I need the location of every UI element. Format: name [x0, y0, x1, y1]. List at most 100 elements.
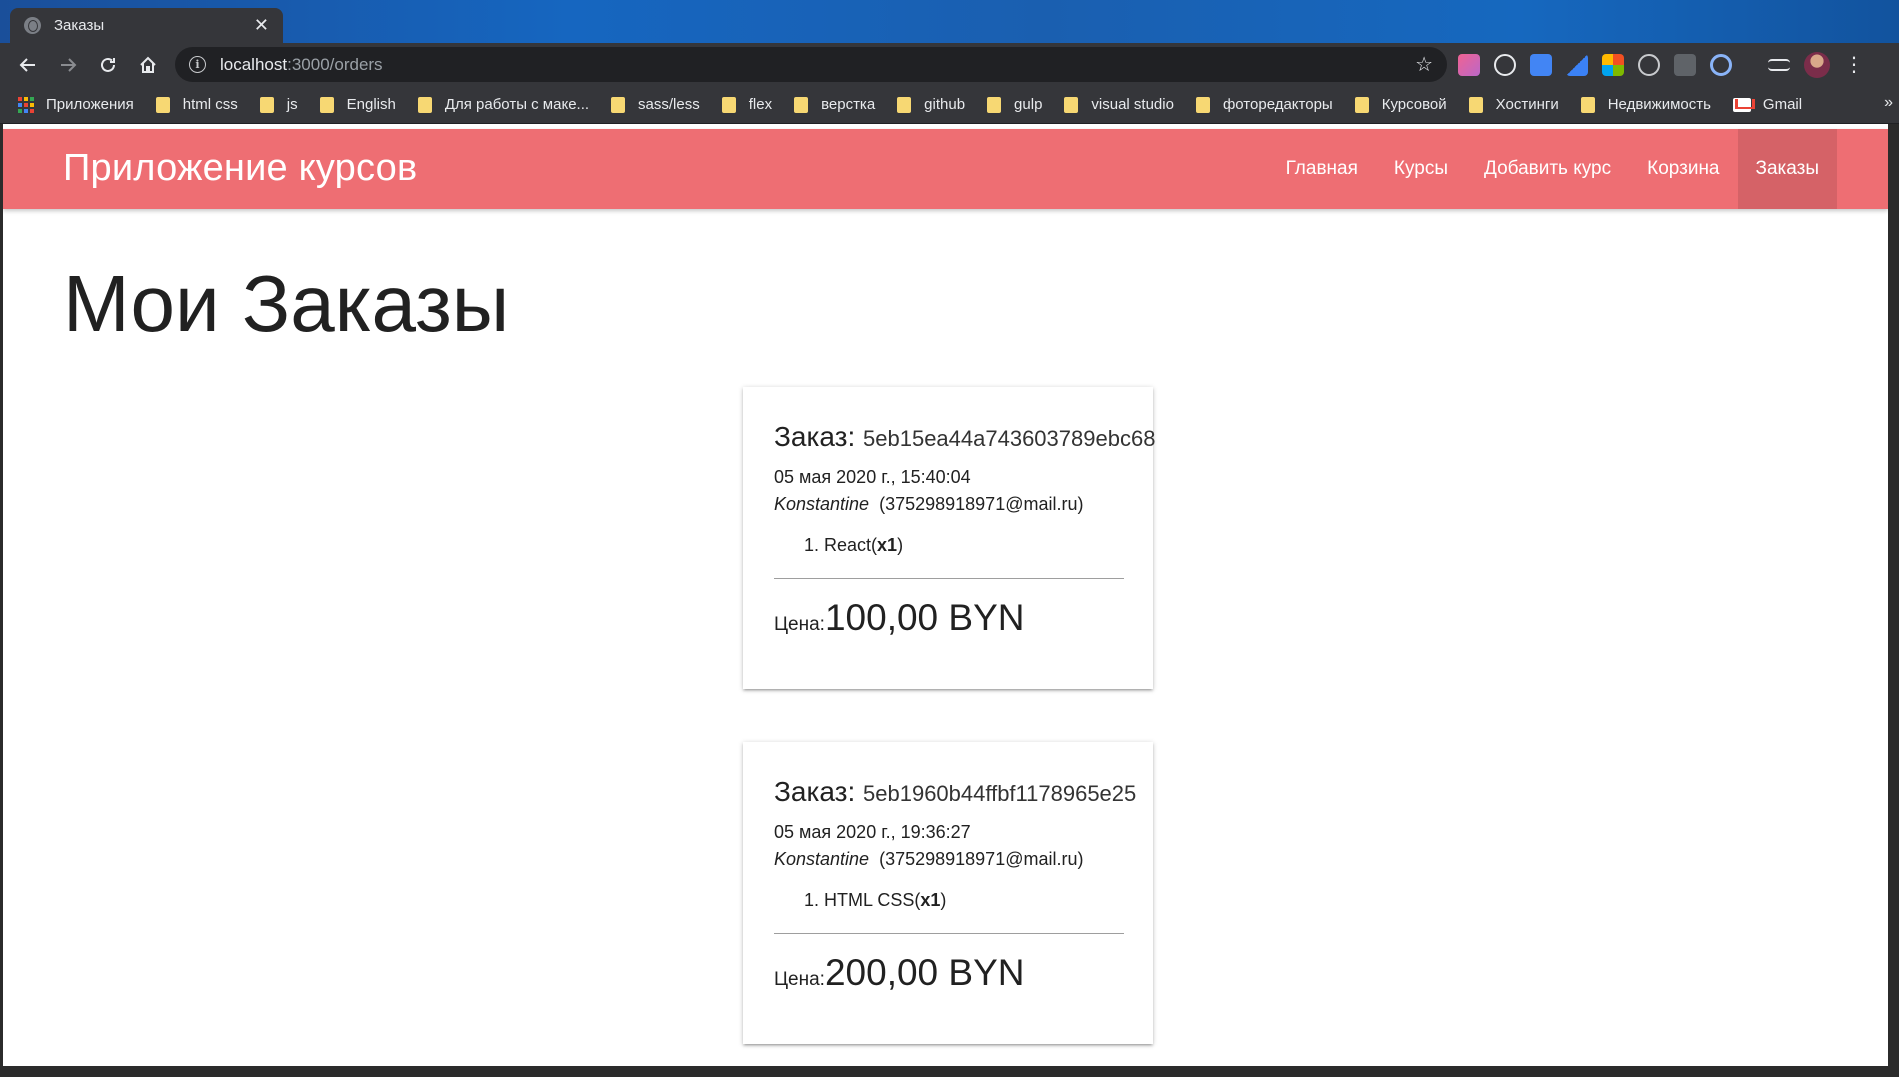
avatar[interactable] — [1804, 51, 1830, 78]
item-qty: x1 — [920, 890, 941, 910]
bookmark-label: flex — [748, 96, 773, 113]
list-item: HTML CSS(x1) — [824, 890, 1122, 911]
bookmark-label: фоторедакторы — [1222, 96, 1333, 113]
price-label: Цена: — [774, 969, 825, 990]
folder-icon — [794, 96, 809, 113]
divider — [774, 933, 1124, 934]
bookmark-folder[interactable]: Курсовой — [1354, 96, 1447, 113]
order-label: Заказ: — [774, 776, 856, 807]
react-devtools-icon[interactable] — [1638, 53, 1660, 76]
reload-icon[interactable] — [88, 45, 128, 85]
folder-icon — [259, 96, 274, 113]
bookmarks-overflow-icon[interactable]: » — [1884, 94, 1893, 112]
bookmark-folder[interactable]: Для работы с маке... — [417, 96, 590, 113]
extension-picker-icon[interactable] — [1566, 53, 1588, 76]
nav-links: Главная Курсы Добавить курс Корзина Зака… — [1268, 129, 1837, 209]
nav-link-courses[interactable]: Курсы — [1376, 129, 1466, 209]
bookmark-label: Недвижимость — [1607, 96, 1711, 113]
nav-link-home[interactable]: Главная — [1268, 129, 1376, 209]
order-customer: Konstantine (375298918971@mail.ru) — [774, 849, 1122, 870]
folder-icon — [1468, 96, 1483, 113]
price-value: 100,00 BYN — [824, 597, 1025, 638]
bookmark-label: верстка — [821, 96, 876, 113]
bookmark-folder[interactable]: English — [319, 96, 396, 113]
folder-icon — [721, 96, 736, 113]
bookmark-apps[interactable]: Приложения — [18, 96, 134, 113]
bookmark-label: Приложения — [46, 96, 134, 113]
list-item: React(x1) — [824, 535, 1122, 556]
order-price: Цена:200,00 BYN — [774, 952, 1122, 994]
bookmark-label: sass/less — [638, 96, 700, 113]
bookmark-label: github — [924, 96, 966, 113]
brand-logo[interactable]: Приложение курсов — [63, 147, 417, 190]
folder-icon — [1354, 96, 1369, 113]
order-items: React(x1) — [824, 535, 1122, 556]
folder-icon — [1580, 96, 1595, 113]
nav-link-orders[interactable]: Заказы — [1737, 129, 1837, 209]
nav-link-cart[interactable]: Корзина — [1629, 129, 1737, 209]
bookmark-label: English — [346, 96, 396, 113]
order-id: 5eb15ea44a743603789ebc68 — [863, 426, 1156, 451]
extension-chat-icon[interactable] — [1494, 53, 1516, 76]
menu-kebab-icon[interactable]: ⋮ — [1844, 54, 1864, 76]
browser-titlebar: Заказы ✕ — [0, 0, 1899, 43]
bookmark-folder[interactable]: sass/less — [611, 96, 700, 113]
customer-email: (375298918971@mail.ru) — [879, 494, 1084, 514]
order-id: 5eb1960b44ffbf1178965e25 — [863, 781, 1137, 806]
extension-color-icon[interactable] — [1458, 53, 1480, 76]
bookmark-folder[interactable]: github — [897, 96, 965, 113]
price-value: 200,00 BYN — [824, 952, 1025, 993]
globe-icon — [24, 17, 41, 34]
extension-windows-icon[interactable] — [1602, 53, 1624, 76]
page-title: Мои Заказы — [63, 259, 510, 348]
extension-grid-icon[interactable] — [1674, 53, 1696, 76]
back-arrow-icon[interactable] — [8, 45, 48, 85]
item-qty: x1 — [877, 535, 898, 555]
tab-close-icon[interactable]: ✕ — [254, 15, 269, 36]
bookmark-folder[interactable]: html css — [155, 96, 238, 113]
customer-name: Konstantine — [774, 849, 870, 869]
bookmark-folder[interactable]: flex — [721, 96, 773, 113]
bookmark-label: Для работы с маке... — [444, 96, 590, 113]
bookmark-folder[interactable]: gulp — [987, 96, 1042, 113]
browser-tab-orders[interactable]: Заказы ✕ — [10, 8, 283, 43]
bookmark-label: Gmail — [1762, 96, 1803, 113]
folder-icon — [987, 96, 1002, 113]
bookmark-folder[interactable]: visual studio — [1064, 96, 1174, 113]
bookmark-folder[interactable]: фоторедакторы — [1195, 96, 1333, 113]
order-label: Заказ: — [774, 421, 856, 452]
folder-icon — [319, 96, 334, 113]
divider — [774, 578, 1124, 579]
bookmark-gmail[interactable]: Gmail — [1732, 96, 1803, 113]
gmail-icon — [1732, 97, 1751, 112]
bookmark-folder[interactable]: Хостинги — [1468, 96, 1559, 113]
page-viewport: Приложение курсов Главная Курсы Добавить… — [3, 124, 1888, 1066]
browser-toolbar: i localhost:3000/orders ☆ ⋮ — [0, 43, 1899, 86]
order-items: HTML CSS(x1) — [824, 890, 1122, 911]
order-date: 05 мая 2020 г., 15:40:04 — [774, 467, 971, 487]
customer-email: (375298918971@mail.ru) — [879, 849, 1084, 869]
url-path: :3000/orders — [287, 54, 383, 74]
bookmark-folder[interactable]: Недвижимость — [1580, 96, 1711, 113]
extensions-row: ⋮ — [1458, 43, 1864, 86]
order-price: Цена:100,00 BYN — [774, 597, 1122, 639]
bookmark-star-icon[interactable]: ☆ — [1415, 52, 1433, 77]
order-title: Заказ: 5eb15ea44a743603789ebc68 — [774, 421, 1155, 453]
bookmark-folder[interactable]: верстка — [794, 96, 875, 113]
forward-arrow-icon[interactable] — [48, 45, 88, 85]
item-title: HTML CSS — [824, 890, 915, 910]
extension-circle-icon[interactable] — [1710, 53, 1732, 76]
google-translate-icon[interactable] — [1530, 53, 1552, 76]
site-info-icon[interactable]: i — [189, 56, 206, 73]
nav-link-add-course[interactable]: Добавить курс — [1466, 129, 1629, 209]
order-card: Заказ: 5eb1960b44ffbf1178965e25 05 мая 2… — [743, 742, 1153, 1044]
address-bar[interactable]: i localhost:3000/orders ☆ — [175, 47, 1447, 82]
url-host: localhost — [220, 54, 288, 74]
bookmark-label: visual studio — [1091, 96, 1174, 113]
price-label: Цена: — [774, 614, 825, 635]
media-control-icon[interactable] — [1768, 58, 1790, 71]
folder-icon — [611, 96, 626, 113]
bookmark-folder[interactable]: js — [259, 96, 298, 113]
home-icon[interactable] — [128, 45, 168, 85]
folder-icon — [897, 96, 912, 113]
